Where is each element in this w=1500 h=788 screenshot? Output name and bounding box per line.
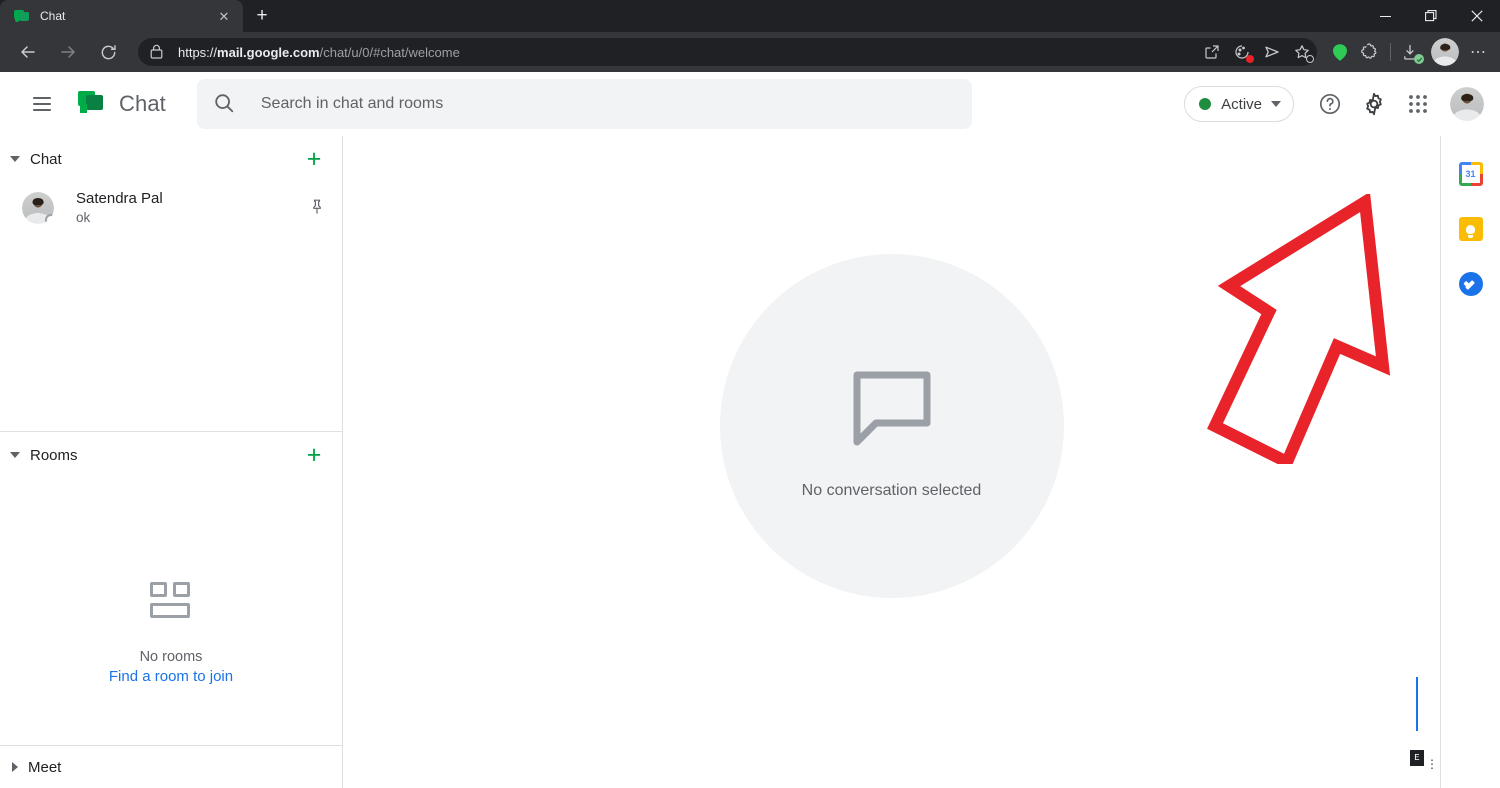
reload-icon[interactable] <box>92 36 124 68</box>
app-body: Chat + Satendra Pal ok Rooms + No rooms … <box>0 136 1500 788</box>
browser-menu-icon[interactable]: ⋯ <box>1464 36 1492 68</box>
search-icon <box>213 92 237 116</box>
share-icon[interactable] <box>1197 38 1227 66</box>
conversation-preview: ok <box>76 210 91 226</box>
rooms-section-header[interactable]: Rooms + <box>0 432 342 478</box>
browser-window: Chat ✕ + https://mail.google.com/chat/u/… <box>0 0 1500 788</box>
main-content: No conversation selected E ⋮ <box>343 136 1440 788</box>
find-room-link[interactable]: Find a room to join <box>109 668 233 685</box>
app-header: Chat Active <box>0 72 1500 136</box>
status-label: Active <box>1221 95 1262 113</box>
chevron-down-icon[interactable] <box>10 156 20 162</box>
conversation-text: Satendra Pal ok <box>76 189 163 227</box>
google-keep-icon[interactable] <box>1458 217 1483 241</box>
minimize-icon[interactable] <box>1362 0 1408 32</box>
download-complete-icon[interactable] <box>1396 36 1426 68</box>
rooms-icon <box>145 582 197 628</box>
tab-strip: Chat ✕ + <box>0 0 1500 32</box>
profile-avatar[interactable] <box>1431 38 1459 66</box>
chat-list-spacer <box>0 234 342 431</box>
calendar-day-number: 31 <box>1461 165 1480 183</box>
search-bar[interactable] <box>196 79 972 129</box>
status-badge[interactable]: Active <box>1184 86 1294 122</box>
app-name: Chat <box>119 91 166 116</box>
chat-section-title: Chat <box>30 150 62 168</box>
rooms-section-title: Rooms <box>30 446 78 464</box>
tab-title: Chat <box>40 9 66 23</box>
url-text: https://mail.google.com/chat/u/0/#chat/w… <box>178 44 460 60</box>
side-panel: 31 <box>1440 136 1500 788</box>
add-room-button[interactable]: + <box>302 442 326 467</box>
address-bar[interactable]: https://mail.google.com/chat/u/0/#chat/w… <box>138 38 1317 66</box>
meet-section-title: Meet <box>28 758 62 776</box>
puzzle-extension-icon[interactable] <box>1355 36 1385 68</box>
back-arrow-icon[interactable] <box>12 36 44 68</box>
close-icon[interactable]: ✕ <box>215 7 233 25</box>
google-chat-logo <box>76 89 106 119</box>
new-tab-button[interactable]: + <box>247 1 277 31</box>
overflow-menu-icon[interactable]: ⋮ <box>1426 758 1438 770</box>
omnibox-icons <box>1197 38 1317 66</box>
mini-badge: E <box>1410 750 1424 766</box>
meet-section-header[interactable]: Meet <box>0 745 342 788</box>
chat-section-header[interactable]: Chat + <box>0 136 342 182</box>
apps-grid-icon[interactable] <box>1396 82 1440 126</box>
toolbar-divider <box>1390 43 1391 61</box>
gear-icon[interactable] <box>1352 82 1396 126</box>
presence-indicator <box>45 214 54 224</box>
chevron-down-icon <box>1271 101 1281 107</box>
help-circle-icon[interactable] <box>1308 82 1352 126</box>
bookmark-star-icon[interactable] <box>1287 38 1317 66</box>
header-actions: Active <box>1184 82 1488 126</box>
text-cursor <box>1416 677 1418 731</box>
chevron-down-icon[interactable] <box>10 452 20 458</box>
empty-state: No conversation selected <box>719 254 1064 598</box>
status-dot-icon <box>1199 98 1212 110</box>
chat-bubble-icon <box>14 8 30 24</box>
forward-arrow-icon[interactable] <box>52 36 84 68</box>
browser-tab[interactable]: Chat ✕ <box>0 0 243 32</box>
search-input[interactable] <box>260 95 956 113</box>
avatar <box>22 192 54 224</box>
cookie-blocked-icon[interactable] <box>1227 38 1257 66</box>
list-item[interactable]: Satendra Pal ok <box>0 182 342 234</box>
chat-app: Chat Active <box>0 72 1500 788</box>
conversation-list: Satendra Pal ok <box>0 182 342 234</box>
brand: Chat <box>76 89 166 119</box>
google-calendar-icon[interactable]: 31 <box>1458 162 1483 186</box>
rooms-empty-title: No rooms <box>139 649 203 665</box>
lock-icon <box>150 44 166 60</box>
maximize-icon[interactable] <box>1408 0 1454 32</box>
speech-bubble-icon <box>838 352 946 460</box>
send-to-device-icon[interactable] <box>1257 38 1287 66</box>
main-menu-icon[interactable] <box>22 84 62 124</box>
conversation-name: Satendra Pal <box>76 189 163 207</box>
account-avatar[interactable] <box>1450 87 1484 121</box>
browser-toolbar: https://mail.google.com/chat/u/0/#chat/w… <box>0 32 1500 72</box>
extensions-area: ⋯ <box>1325 36 1492 68</box>
close-icon[interactable] <box>1454 0 1500 32</box>
empty-state-text: No conversation selected <box>801 482 982 499</box>
chevron-right-icon[interactable] <box>12 762 18 772</box>
rooms-empty-state: No rooms Find a room to join <box>0 478 342 745</box>
green-extension-icon[interactable] <box>1325 36 1355 68</box>
google-tasks-icon[interactable] <box>1458 272 1483 296</box>
window-controls <box>1362 0 1500 32</box>
add-chat-button[interactable]: + <box>302 146 326 171</box>
pin-icon[interactable] <box>308 198 328 218</box>
left-panel: Chat + Satendra Pal ok Rooms + No rooms … <box>0 136 343 788</box>
